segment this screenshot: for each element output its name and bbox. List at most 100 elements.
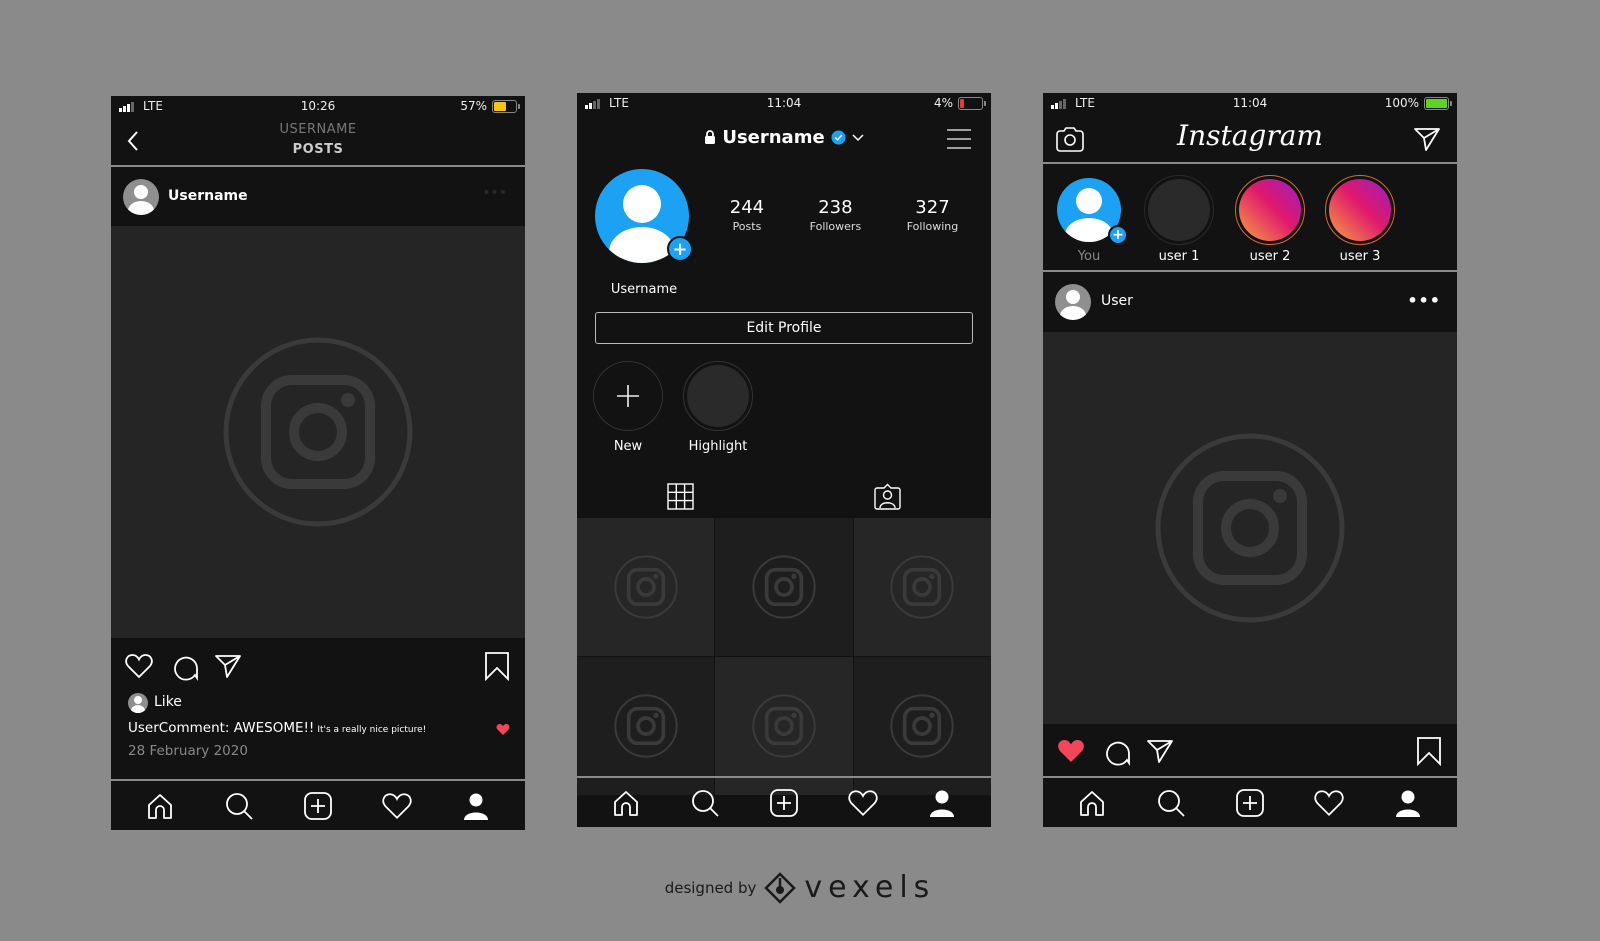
comment-icon[interactable] [171,653,199,681]
grid-post[interactable] [853,518,991,656]
story-item[interactable]: user 1 [1143,175,1215,264]
battery-icon [958,97,986,110]
stat-following[interactable]: 327 Following [907,197,959,233]
status-bar: LTE 11:04 4% [577,93,991,115]
comment-icon[interactable] [1103,738,1131,766]
post-date: 28 February 2020 [128,743,248,759]
profile-icon [463,793,488,820]
story-label: You [1077,249,1101,264]
instagram-placeholder-icon [1155,433,1345,623]
nav-add[interactable] [764,783,804,823]
add-story-plus-icon[interactable]: + [667,236,693,262]
add-story-plus-icon[interactable]: + [1108,225,1128,245]
add-post-icon [1236,788,1264,817]
nav-activity[interactable] [1309,783,1349,823]
stat-label: Following [906,220,959,233]
liked-heart-icon[interactable] [1057,738,1085,764]
add-post-icon [304,791,332,820]
search-icon [692,789,719,817]
nav-home[interactable] [606,783,646,823]
nav-add[interactable] [1230,783,1270,823]
comment-subtext: It's a really nice picture! [317,725,427,735]
lock-icon [705,130,716,144]
share-icon[interactable] [214,653,242,679]
story-item[interactable]: user 2 [1234,175,1306,264]
nav-home[interactable] [140,786,180,826]
highlight-item[interactable]: Highlight [682,361,754,454]
nav-home[interactable] [1072,783,1112,823]
nav-profile[interactable] [922,783,962,823]
instagram-placeholder-icon [613,555,678,619]
post-header: Username ••• [111,167,525,227]
hamburger-menu-icon[interactable] [947,129,971,149]
header-divider [1043,162,1457,164]
liker-avatar[interactable] [128,693,148,713]
story-label: user 2 [1249,249,1291,264]
grid-post[interactable] [853,657,991,795]
highlight-new[interactable]: New [592,361,664,454]
home-icon [148,793,173,819]
nav-search[interactable] [219,786,259,826]
direct-message-icon[interactable] [1413,126,1441,152]
bookmark-icon[interactable] [1416,736,1442,766]
post-username[interactable]: Username [168,188,248,204]
profile-tabs [577,476,991,516]
header-title: POSTS [292,142,344,157]
grid-post[interactable] [577,518,715,656]
grid-post[interactable] [577,657,715,795]
instagram-placeholder-icon [752,694,816,758]
bookmark-icon[interactable] [484,651,510,681]
story-label: user 3 [1339,249,1381,264]
stat-label: Posts [732,220,762,233]
tab-grid[interactable] [577,476,784,516]
stat-label: Followers [809,220,862,233]
instagram-placeholder-icon [890,555,954,619]
instagram-logo: Instagram [1177,119,1323,152]
header-username: USERNAME [279,122,357,137]
profile-screen: LTE 11:04 4% Username + 244 Posts 238 Foll… [577,93,991,827]
home-icon [1080,790,1105,816]
grid-post[interactable] [715,657,853,795]
like-heart-icon[interactable] [125,653,153,679]
post-username[interactable]: User [1101,293,1133,309]
nav-activity[interactable] [843,783,883,823]
search-icon [226,792,253,820]
plus-icon [617,385,639,407]
profile-stats: 244 Posts 238 Followers 327 Following [707,197,981,233]
tagged-person-icon [874,483,901,510]
like-label[interactable]: Like [154,694,182,710]
instagram-placeholder-icon [752,555,816,619]
share-icon[interactable] [1146,738,1174,764]
status-bar: LTE 10:26 57% [111,96,525,118]
credit: designed by vexels [0,870,1600,905]
stat-value: 244 [729,197,765,218]
chevron-down-icon[interactable] [852,133,864,142]
nav-profile[interactable] [456,786,496,826]
nav-search[interactable] [685,783,725,823]
profile-title[interactable]: Username [577,127,991,148]
more-options-icon[interactable]: ••• [1407,291,1441,310]
avatar[interactable] [1055,284,1091,320]
edit-profile-button[interactable]: Edit Profile [595,312,973,344]
avatar[interactable] [123,179,159,215]
stat-value: 327 [915,197,950,218]
post-header: User [1043,272,1457,332]
comment-like-heart-icon[interactable] [496,723,510,736]
more-options-icon[interactable]: ••• [482,185,507,201]
bottom-nav [1043,778,1457,827]
tab-tagged[interactable] [784,476,991,516]
story-you[interactable]: + You [1053,175,1128,264]
instagram-placeholder-icon [890,694,954,758]
nav-add[interactable] [298,786,338,826]
story-item[interactable]: user 3 [1324,175,1396,264]
battery-percent: 100% [1384,96,1419,110]
stat-followers[interactable]: 238 Followers [810,197,862,233]
nav-search[interactable] [1151,783,1191,823]
profile-icon [1395,790,1420,817]
stat-posts[interactable]: 244 Posts [730,197,764,233]
grid-post[interactable] [715,518,853,656]
nav-profile[interactable] [1388,783,1428,823]
battery-icon [492,100,520,113]
nav-activity[interactable] [377,786,417,826]
credit-brand: vexels [804,870,936,905]
